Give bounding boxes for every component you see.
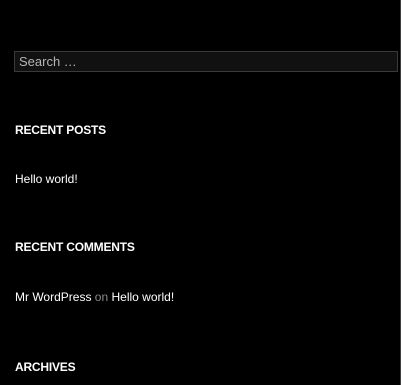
comment-connector-text: on (94, 290, 109, 304)
comment-post-link[interactable]: Hello world! (112, 290, 175, 304)
sidebar-widget-area: RECENT POSTS Hello world! RECENT COMMENT… (0, 0, 401, 385)
search-input[interactable] (14, 51, 398, 72)
recent-posts-list: Hello world! (15, 172, 78, 186)
archives-heading: ARCHIVES (15, 360, 76, 374)
recent-posts-heading: RECENT POSTS (15, 123, 106, 137)
recent-post-link[interactable]: Hello world! (15, 172, 78, 186)
recent-comments-heading: RECENT COMMENTS (15, 240, 135, 254)
comment-author-link[interactable]: Mr WordPress (15, 290, 91, 304)
recent-comment-item: Mr WordPress on Hello world! (15, 290, 174, 304)
